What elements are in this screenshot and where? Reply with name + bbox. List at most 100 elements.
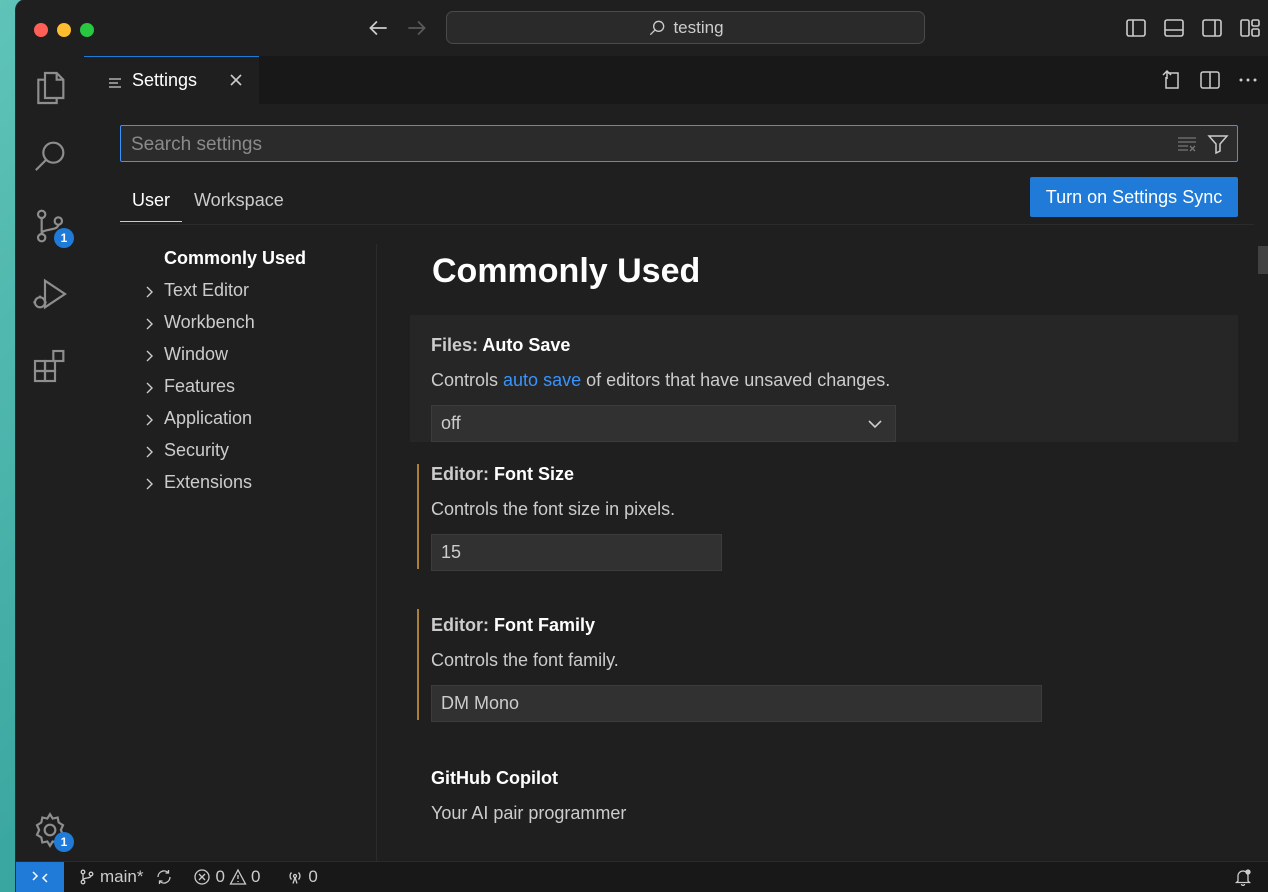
search-icon: [650, 20, 665, 35]
forward-arrow-icon[interactable]: [404, 14, 430, 42]
title-bar: testing: [16, 0, 1268, 56]
scope-divider: [120, 224, 1254, 225]
error-icon: [194, 869, 211, 885]
tab-user[interactable]: User: [120, 186, 183, 222]
ports-count: 0: [308, 867, 318, 886]
zoom-window-button[interactable]: [80, 23, 94, 37]
manage-gear-icon[interactable]: 1: [30, 810, 74, 852]
setting-title: GitHub Copilot: [431, 768, 558, 788]
remote-indicator[interactable]: [16, 862, 64, 892]
setting-description: Your AI pair programmer: [431, 803, 627, 823]
run-and-debug-icon[interactable]: [30, 274, 70, 314]
tab-label: Settings: [132, 70, 198, 90]
source-control-icon[interactable]: 1: [30, 206, 74, 248]
toc-item-label: Workbench: [164, 311, 255, 332]
toc-item-text-editor[interactable]: Text Editor: [128, 274, 374, 306]
setting-description: Controls the font family.: [431, 650, 619, 670]
extensions-icon[interactable]: [30, 346, 70, 386]
chevron-right-icon: [142, 379, 156, 394]
font-size-input[interactable]: [431, 534, 722, 571]
toc-item-security[interactable]: Security: [128, 434, 374, 466]
branch-status[interactable]: main*: [78, 867, 143, 887]
toc-item-label: Text Editor: [164, 279, 250, 300]
toc-divider: [376, 244, 377, 862]
editor-tabs: Settings: [84, 56, 1268, 105]
toggle-primary-sidebar-icon[interactable]: [1124, 16, 1148, 40]
auto-save-select[interactable]: off: [431, 405, 896, 442]
explorer-icon[interactable]: [30, 68, 70, 108]
back-arrow-icon[interactable]: [365, 14, 391, 42]
more-actions-icon[interactable]: [1236, 68, 1260, 92]
customize-layout-icon[interactable]: [1238, 16, 1262, 40]
close-icon[interactable]: [227, 71, 245, 89]
toc-item-application[interactable]: Application: [128, 402, 374, 434]
scrollbar-thumb[interactable]: [1258, 246, 1268, 274]
broadcast-icon: [289, 872, 301, 884]
search-icon[interactable]: [30, 136, 70, 176]
chevron-right-icon: [142, 283, 156, 298]
chevron-right-icon: [142, 347, 156, 362]
setting-description: Controls the font size in pixels.: [431, 499, 676, 519]
turn-on-settings-sync-button[interactable]: Turn on Settings Sync: [1030, 177, 1238, 217]
toc-item-features[interactable]: Features: [128, 370, 374, 402]
error-count: 0: [215, 867, 225, 886]
toggle-secondary-sidebar-icon[interactable]: [1200, 16, 1224, 40]
setting-editor-font-family: Editor: Font Family Controls the font fa…: [410, 587, 1238, 738]
settings-search-input[interactable]: [129, 126, 1153, 163]
command-center-text: testing: [673, 17, 724, 37]
chevron-right-icon: [142, 315, 156, 330]
auto-save-link[interactable]: auto save: [503, 370, 581, 390]
settings-lines-icon: [108, 74, 122, 88]
close-window-button[interactable]: [34, 23, 48, 37]
remote-icon: [32, 871, 48, 883]
chevron-down-icon: [867, 416, 883, 432]
toc-item-window[interactable]: Window: [128, 338, 374, 370]
status-bar: main* 0 0 0: [16, 861, 1268, 892]
font-family-input[interactable]: [431, 685, 1042, 722]
command-center-search[interactable]: testing: [446, 11, 925, 44]
ports-status[interactable]: 0: [286, 867, 318, 887]
toc-item-label: Security: [164, 439, 230, 460]
notifications-bell-icon[interactable]: [1234, 868, 1252, 887]
settings-list: Commonly Used Files: Auto Save Controls …: [410, 242, 1238, 840]
toc-item-label: Features: [164, 375, 236, 396]
split-editor-icon[interactable]: [1198, 68, 1222, 92]
settings-search-box: [120, 125, 1238, 163]
section-title: Commonly Used: [432, 252, 701, 290]
tab-workspace[interactable]: Workspace: [182, 186, 296, 222]
branch-name: main*: [100, 867, 144, 886]
toc-item-workbench[interactable]: Workbench: [128, 306, 374, 338]
layout-controls: [1124, 16, 1262, 40]
chevron-right-icon: [142, 411, 156, 426]
setting-editor-font-size: Editor: Font Size Controls the font size…: [410, 442, 1238, 587]
toc-item-label: Extensions: [164, 471, 253, 492]
manage-badge: 1: [54, 832, 74, 852]
settings-scope-tabs: User Workspace: [120, 186, 296, 222]
problems-status[interactable]: 0 0: [193, 867, 260, 887]
minimize-window-button[interactable]: [57, 23, 71, 37]
editor-actions: [1160, 68, 1260, 92]
chevron-right-icon: [142, 475, 156, 490]
setting-title: Editor: Font Family: [431, 615, 596, 635]
toggle-panel-icon[interactable]: [1162, 16, 1186, 40]
git-branch-icon: [80, 869, 94, 885]
warning-count: 0: [250, 867, 261, 886]
setting-title: Editor: Font Size: [431, 464, 574, 484]
toc-item-commonly-used[interactable]: Commonly Used: [128, 242, 374, 274]
toc-item-label: Window: [164, 343, 229, 364]
open-settings-json-icon[interactable]: [1160, 68, 1184, 92]
setting-github-copilot: GitHub Copilot Your AI pair programmer: [410, 738, 1238, 840]
chevron-right-icon: [142, 443, 156, 458]
setting-files-auto-save: Files: Auto Save Controls auto save of e…: [410, 315, 1238, 442]
sync-status[interactable]: [155, 868, 173, 886]
source-control-badge: 1: [54, 228, 74, 248]
toc-item-extensions[interactable]: Extensions: [128, 466, 374, 498]
filter-icon[interactable]: [1207, 133, 1229, 155]
settings-editor: User Workspace Turn on Settings Sync Com…: [84, 104, 1268, 862]
toc-item-label: Application: [164, 407, 253, 428]
tab-settings[interactable]: Settings: [84, 56, 259, 104]
vscode-window: testing 1 1 Settings Search settings Use…: [16, 0, 1268, 892]
settings-toc: Commonly Used Text Editor Workbench Wind…: [128, 242, 374, 498]
clear-search-icon[interactable]: [1177, 135, 1197, 153]
warning-icon: [229, 868, 247, 885]
